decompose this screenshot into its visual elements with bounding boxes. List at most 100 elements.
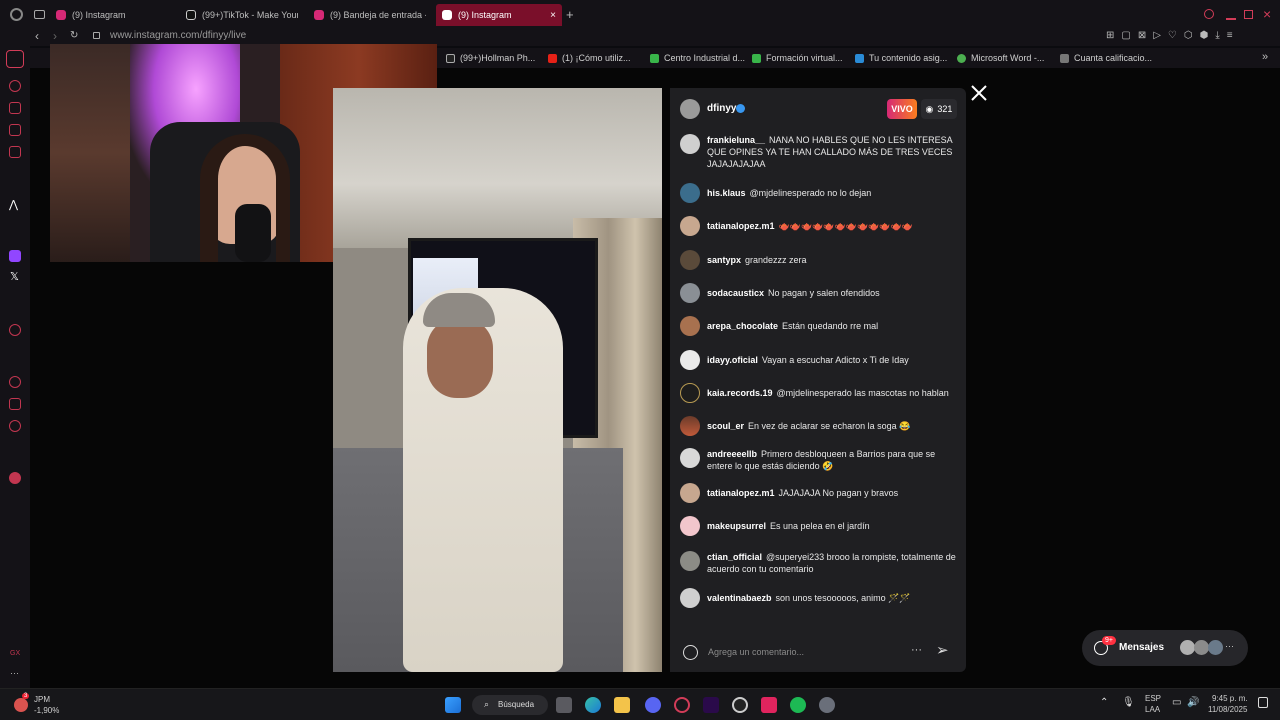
reload-icon[interactable]: ↻ bbox=[70, 30, 78, 41]
clock-date[interactable]: 11/08/2025 bbox=[1208, 705, 1247, 714]
bookmark-word[interactable]: Microsoft Word -... bbox=[957, 53, 1044, 63]
avatar[interactable] bbox=[680, 183, 700, 203]
bookmark-tu-contenido[interactable]: Tu contenido asig... bbox=[855, 53, 947, 63]
history-icon[interactable] bbox=[9, 376, 21, 388]
send-icon[interactable]: ➢ bbox=[936, 641, 949, 659]
comment-username[interactable]: valentinabaezb bbox=[707, 593, 772, 603]
tiktok-icon[interactable] bbox=[761, 697, 777, 713]
task-view-icon[interactable] bbox=[556, 697, 572, 713]
comment-username[interactable]: scoul_er bbox=[707, 421, 744, 431]
avatar[interactable] bbox=[680, 383, 700, 403]
sidebar-more-icon[interactable]: ··· bbox=[10, 668, 19, 678]
notification-icon[interactable] bbox=[1258, 697, 1268, 708]
language-layout[interactable]: LAA bbox=[1145, 705, 1160, 714]
arc-icon[interactable]: ⋀ bbox=[9, 198, 18, 211]
comment-username[interactable]: tatianalopez.m1 bbox=[707, 488, 775, 498]
file-explorer-icon[interactable] bbox=[614, 697, 630, 713]
new-tab-button[interactable]: + bbox=[566, 7, 574, 22]
network-icon[interactable]: ▭ bbox=[1172, 697, 1181, 708]
bookmark-formacion[interactable]: Formación virtual... bbox=[752, 53, 843, 63]
back-icon[interactable]: ‹ bbox=[35, 29, 39, 43]
opera-gx-icon[interactable] bbox=[674, 697, 690, 713]
twitch-icon[interactable] bbox=[9, 250, 21, 262]
toolbar-icons[interactable]: ⊞▢⊠▷♡⬡⬢⤓≡ bbox=[1106, 30, 1240, 41]
avatar[interactable] bbox=[680, 483, 700, 503]
search-button[interactable]: ⌕ Búsqueda bbox=[472, 695, 548, 715]
host-avatar[interactable] bbox=[680, 99, 700, 119]
bookmark-como-utiliz[interactable]: (1) ¡Cómo utiliz... bbox=[548, 53, 631, 63]
home-icon[interactable] bbox=[6, 50, 24, 68]
bookmark-hollman[interactable]: (99+)Hollman Ph... bbox=[446, 53, 535, 63]
bookmark-cuanta[interactable]: Cuanta calificacio... bbox=[1060, 53, 1152, 63]
sidebar-app-icon[interactable] bbox=[9, 146, 21, 158]
stock-widget[interactable]: 3 JPM -1,90% bbox=[14, 693, 74, 717]
chevron-up-icon[interactable]: ⌃ bbox=[1100, 697, 1108, 708]
emoji-icon[interactable] bbox=[683, 645, 698, 660]
host-username[interactable]: dfinyy bbox=[707, 103, 736, 114]
comment-username[interactable]: his.klaus bbox=[707, 188, 746, 198]
settings-icon[interactable] bbox=[9, 420, 21, 432]
sidebar-app-icon[interactable] bbox=[9, 124, 21, 136]
comment-username[interactable]: sodacausticx bbox=[707, 288, 764, 298]
comment-username[interactable]: idayy.oficial bbox=[707, 355, 758, 365]
sidebar-app-icon[interactable] bbox=[9, 398, 21, 410]
clock-time[interactable]: 9:45 p. m. bbox=[1212, 694, 1248, 703]
sidebar-app-icon[interactable] bbox=[9, 80, 21, 92]
sidebar-app-icon[interactable] bbox=[9, 324, 21, 336]
bookmarks-more-icon[interactable]: » bbox=[1262, 51, 1268, 63]
minimize-button[interactable] bbox=[1226, 18, 1236, 20]
avatar[interactable] bbox=[680, 134, 700, 154]
opera-logo-icon[interactable] bbox=[10, 8, 23, 21]
avatar[interactable] bbox=[680, 588, 700, 608]
settings-icon[interactable] bbox=[819, 697, 835, 713]
gx-icon[interactable]: GX bbox=[10, 650, 20, 657]
edge-icon[interactable] bbox=[585, 697, 601, 713]
close-icon[interactable] bbox=[970, 84, 988, 102]
search-tabs-icon[interactable] bbox=[1204, 9, 1214, 19]
tab-menu-icon[interactable] bbox=[34, 10, 45, 19]
maximize-button[interactable] bbox=[1244, 10, 1253, 19]
comment-username[interactable]: ctian_official bbox=[707, 552, 762, 562]
comment-username[interactable]: tatianalopez.m1 bbox=[707, 221, 775, 231]
live-video[interactable] bbox=[333, 88, 662, 672]
close-tab-icon[interactable]: × bbox=[550, 10, 556, 21]
comment-username[interactable]: santypx bbox=[707, 255, 741, 265]
volume-icon[interactable]: 🔊 bbox=[1187, 697, 1199, 708]
microphone-icon[interactable]: 🎙 bbox=[1122, 697, 1135, 708]
comment-username[interactable]: frankieluna__ bbox=[707, 135, 765, 145]
x-icon[interactable]: 𝕏 bbox=[10, 270, 19, 283]
language-code[interactable]: ESP bbox=[1145, 694, 1161, 703]
tab-bandeja[interactable]: (9) Bandeja de entrada - bbox=[314, 4, 426, 26]
tab-tiktok[interactable]: (99+)TikTok - Make Your bbox=[186, 4, 298, 26]
avatar[interactable] bbox=[680, 316, 700, 336]
avatar[interactable] bbox=[680, 216, 700, 236]
comments-list[interactable]: frankieluna__ NANA NO HABLES QUE NO LES I… bbox=[670, 130, 966, 640]
obs-icon[interactable] bbox=[732, 697, 748, 713]
avatar[interactable] bbox=[680, 283, 700, 303]
bookmark-centro-industrial[interactable]: Centro Industrial d... bbox=[650, 53, 745, 63]
messages-button[interactable]: 9+ Mensajes ··· bbox=[1082, 630, 1248, 666]
avatar[interactable] bbox=[680, 448, 700, 468]
avatar[interactable] bbox=[680, 551, 700, 571]
comment-username[interactable]: andreeeellb bbox=[707, 449, 757, 459]
comment-username[interactable]: kaia.records.19 bbox=[707, 388, 773, 398]
avatar[interactable] bbox=[680, 516, 700, 536]
avatar[interactable] bbox=[680, 350, 700, 370]
sidebar-app-icon[interactable] bbox=[9, 472, 21, 484]
discord-icon[interactable] bbox=[645, 697, 661, 713]
premiere-icon[interactable] bbox=[703, 697, 719, 713]
url-field[interactable]: www.instagram.com/dfinyy/live bbox=[110, 30, 246, 41]
comment-username[interactable]: arepa_chocolate bbox=[707, 321, 778, 331]
sidebar-app-icon[interactable] bbox=[9, 102, 21, 114]
spotify-icon[interactable] bbox=[790, 697, 806, 713]
comment-input[interactable] bbox=[708, 643, 898, 661]
close-window-button[interactable]: × bbox=[1263, 6, 1271, 22]
comment-username[interactable]: makeupsurrel bbox=[707, 521, 766, 531]
forward-icon[interactable]: › bbox=[53, 29, 57, 43]
avatar[interactable] bbox=[680, 416, 700, 436]
tab-instagram-active[interactable]: (9) Instagram × bbox=[436, 4, 562, 26]
windows-start-icon[interactable] bbox=[445, 697, 461, 713]
tab-instagram-1[interactable]: (9) Instagram bbox=[56, 4, 176, 26]
more-options-icon[interactable]: ··· bbox=[911, 644, 922, 656]
avatar[interactable] bbox=[680, 250, 700, 270]
